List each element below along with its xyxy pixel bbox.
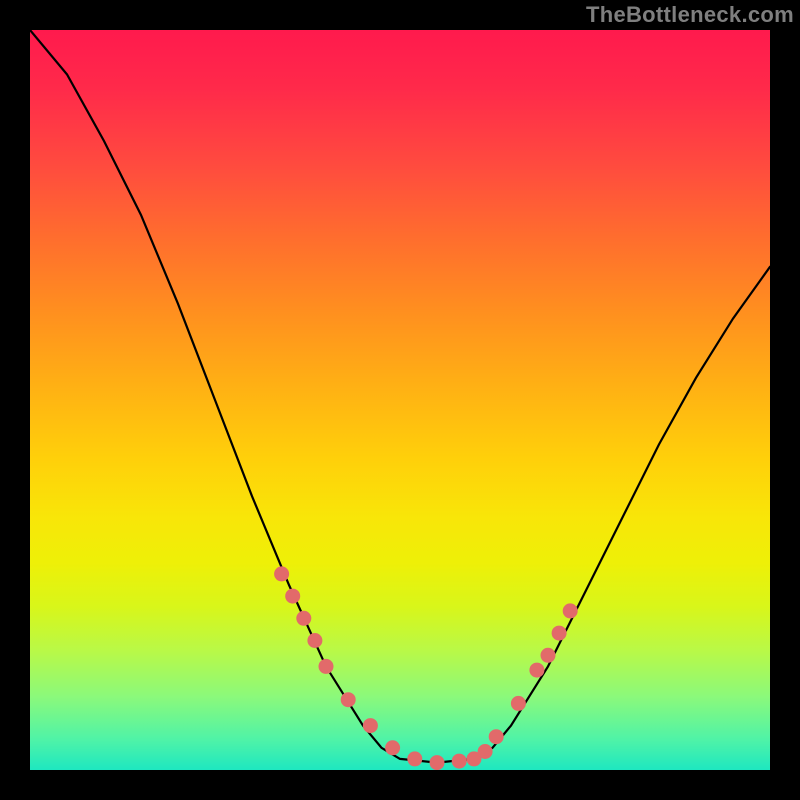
highlight-dots — [274, 566, 578, 770]
highlight-dot — [407, 751, 422, 766]
bottleneck-curve — [30, 30, 770, 763]
highlight-dot — [307, 633, 322, 648]
highlight-dot — [552, 626, 567, 641]
highlight-dot — [430, 755, 445, 770]
highlight-dot — [452, 754, 467, 769]
highlight-dot — [385, 740, 400, 755]
curve-svg — [30, 30, 770, 770]
highlight-dot — [319, 659, 334, 674]
highlight-dot — [489, 729, 504, 744]
watermark-text: TheBottleneck.com — [586, 2, 794, 28]
highlight-dot — [285, 589, 300, 604]
highlight-dot — [541, 648, 556, 663]
highlight-dot — [363, 718, 378, 733]
highlight-dot — [274, 566, 289, 581]
plot-area — [30, 30, 770, 770]
highlight-dot — [563, 603, 578, 618]
chart-stage: TheBottleneck.com — [0, 0, 800, 800]
highlight-dot — [511, 696, 526, 711]
highlight-dot — [296, 611, 311, 626]
highlight-dot — [478, 744, 493, 759]
highlight-dot — [341, 692, 356, 707]
highlight-dot — [529, 663, 544, 678]
